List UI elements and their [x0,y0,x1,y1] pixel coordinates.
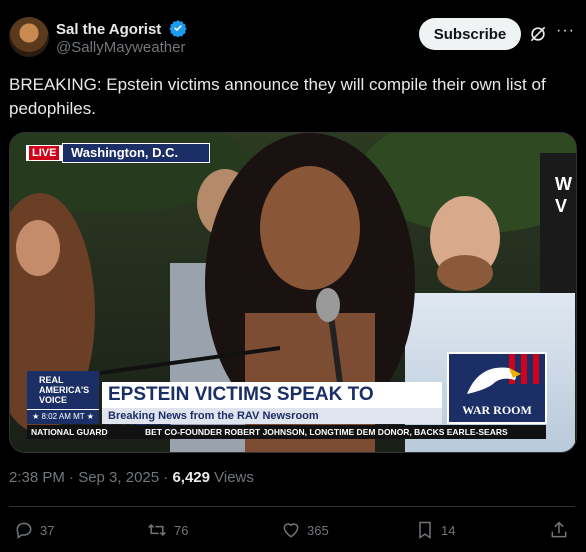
tweet-timestamp[interactable]: 2:38 PM · Sep 3, 2025 · 6,429 Views [9,469,254,486]
live-label: LIVE [28,145,61,161]
repost-icon [148,523,166,537]
views-label: Views [209,469,254,486]
corner-sign-text: W V [555,174,572,216]
location-tag: Washington, D.C. [62,143,210,163]
share-button[interactable] [549,520,575,540]
war-room-label: WAR ROOM [462,403,532,417]
chyron-headline: EPSTEIN VICTIMS SPEAK TO PRESS [102,382,442,431]
ticker-label: NATIONAL GUARD [31,427,108,437]
verified-badge-icon [169,20,188,37]
news-ticker: NATIONAL GUARD BET CO-FOUNDER ROBERT JOH… [27,425,546,439]
clock-tag: ★ 8:02 AM MT ★ [27,409,99,424]
author-display-name[interactable]: Sal the Agorist [56,21,161,38]
tweet-text: BREAKING: Epstein victims announce they … [9,75,546,118]
eagle-icon [449,354,545,404]
ticker-text: BET CO-FOUNDER ROBERT JOHNSON, LONGTIME … [145,427,508,437]
author-avatar[interactable] [9,17,49,57]
like-count: 365 [307,522,329,538]
reply-button[interactable]: 37 [14,520,54,540]
war-room-logo: WAR ROOM [447,352,547,424]
subscribe-button[interactable]: Subscribe [419,18,521,50]
network-logo: REAL AMERICA'S VOICE [27,371,99,409]
views-count: 6,429 [172,469,210,486]
share-icon [551,521,567,538]
bookmark-icon [419,521,431,539]
author-handle[interactable]: @SallyMayweather [56,39,185,56]
microphone [316,288,340,322]
grok-icon[interactable] [528,24,548,44]
reply-count: 37 [40,522,55,538]
heart-icon [283,523,299,538]
repost-button[interactable]: 76 [146,520,188,540]
reply-icon [16,522,32,539]
more-options-icon[interactable]: ··· [556,22,575,40]
bookmark-count: 14 [441,522,456,538]
live-badge: LIVE [26,145,63,161]
tweet-time[interactable]: 2:38 PM · Sep 3, 2025 · [9,469,172,486]
repost-count: 76 [174,522,189,538]
actions-divider [9,506,575,507]
tweet-media[interactable]: LIVE Washington, D.C. W V REAL AMERICA'S… [9,132,577,453]
like-button[interactable]: 365 [281,520,329,540]
author-name[interactable]: Sal the Agorist [56,19,188,38]
chyron-subheadline: Breaking News from the RAV Newsroom [102,408,442,424]
bookmark-button[interactable]: 14 [415,520,455,540]
